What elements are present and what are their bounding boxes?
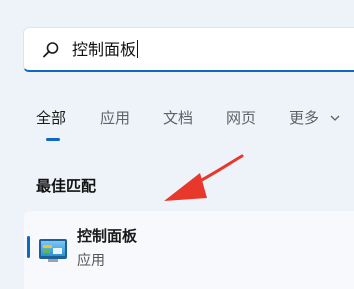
active-tab-indicator <box>46 138 60 141</box>
tab-apps[interactable]: 应用 <box>100 106 130 130</box>
best-match-heading: 最佳匹配 <box>36 177 97 195</box>
best-match-result[interactable] <box>24 211 354 289</box>
result-type: 应用 <box>77 253 105 269</box>
tab-more[interactable]: 更多 <box>289 106 319 130</box>
search-icon <box>43 42 59 58</box>
search-box[interactable]: 控制面板 <box>23 27 354 72</box>
search-input[interactable]: 控制面板 <box>72 39 139 61</box>
annotation-arrow-icon <box>164 154 244 201</box>
chevron-down-icon[interactable] <box>330 114 340 122</box>
tab-all[interactable]: 全部 <box>36 106 66 130</box>
tab-documents[interactable]: 文档 <box>163 106 193 130</box>
text-cursor <box>137 40 139 58</box>
tab-web[interactable]: 网页 <box>226 106 256 130</box>
search-query: 控制面板 <box>72 40 137 59</box>
result-name[interactable]: 控制面板 <box>77 225 137 247</box>
control-panel-icon <box>39 239 67 262</box>
search-tabs: 全部 应用 文档 网页 更多 <box>0 106 354 134</box>
selection-indicator <box>27 236 30 258</box>
